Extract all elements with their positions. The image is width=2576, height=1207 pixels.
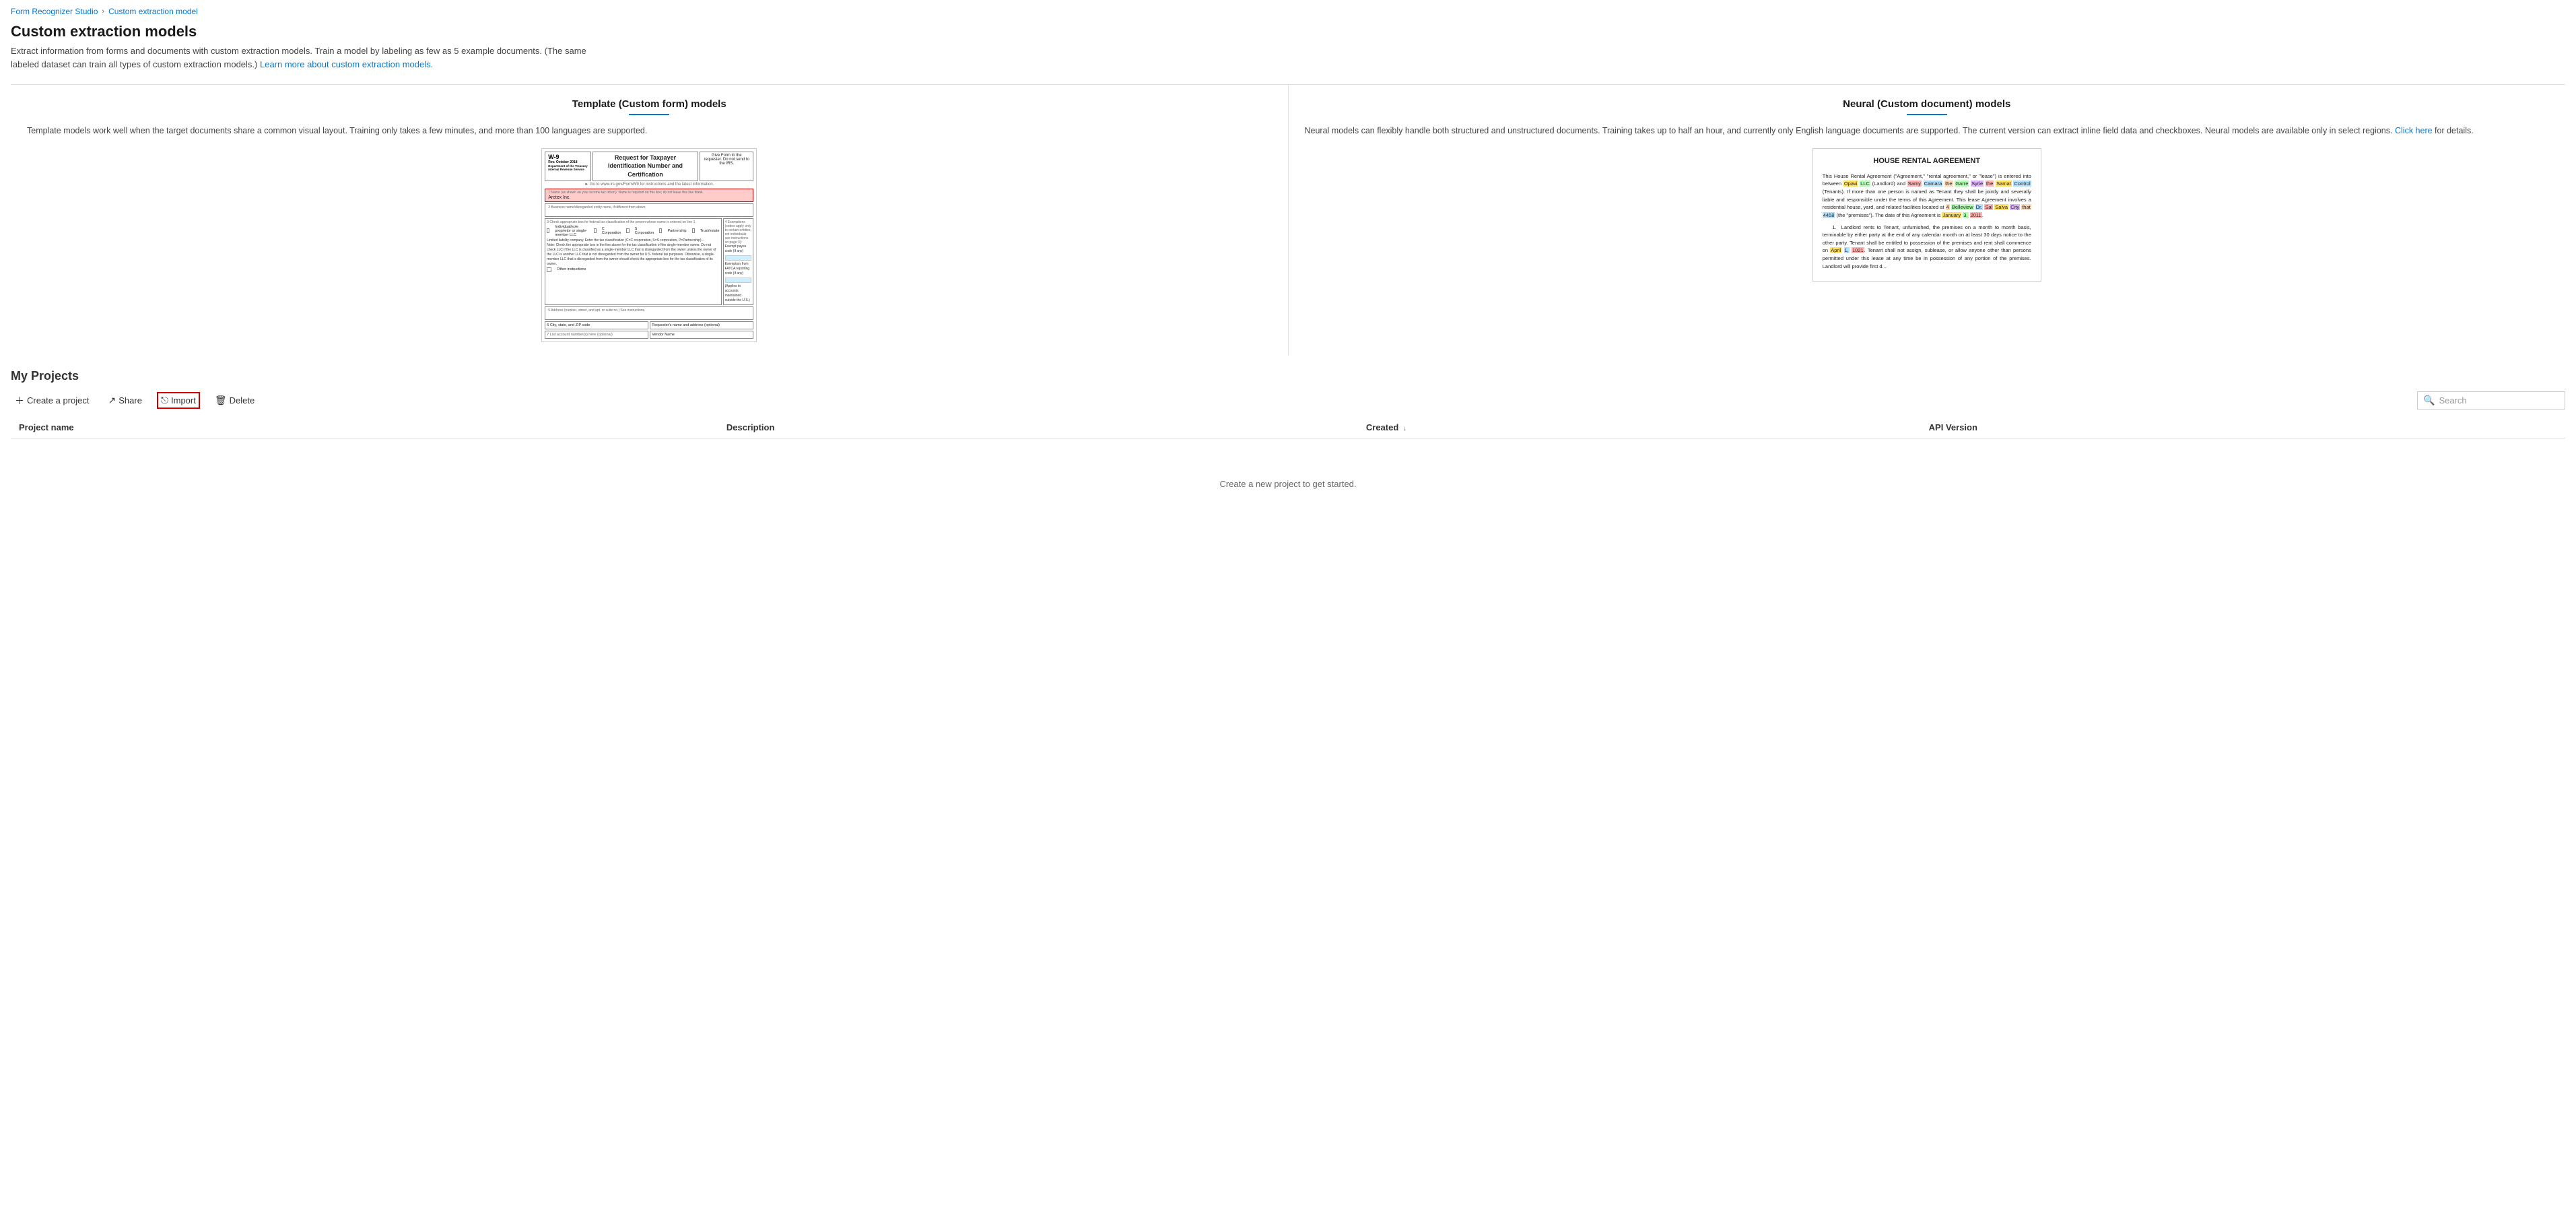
projects-section: My Projects ＋ Create a project ↗ Share ⎋…: [0, 356, 2576, 529]
col-project-name: Project name: [11, 417, 718, 438]
click-here-link[interactable]: Click here: [2395, 126, 2433, 135]
w9-biz-field: 2 Business name/disregarded entity name,…: [545, 203, 753, 217]
template-model-divider: [629, 114, 669, 115]
breadcrumb-home[interactable]: Form Recognizer Studio: [11, 7, 98, 16]
w9-form-title: Request for Taxpayer Identification Numb…: [592, 152, 698, 181]
page-header: Custom extraction models Extract informa…: [0, 20, 2576, 77]
template-model-title: Template (Custom form) models: [27, 98, 1272, 110]
col-description: Description: [718, 417, 1358, 438]
sort-icon: ↓: [1403, 425, 1406, 432]
template-model-column: Template (Custom form) models Template m…: [11, 85, 1289, 356]
delete-button[interactable]: 🗑 Delete: [211, 392, 259, 409]
search-input[interactable]: [2439, 395, 2559, 405]
col-api-version: API Version: [1921, 417, 2565, 438]
projects-table: Project name Description Created ↓ API V…: [11, 417, 2565, 438]
delete-icon: 🗑: [215, 395, 227, 406]
breadcrumb: Form Recognizer Studio › Custom extracti…: [0, 0, 2576, 20]
neural-model-image: HOUSE RENTAL AGREEMENT This House Rental…: [1305, 148, 2550, 282]
breadcrumb-current: Custom extraction model: [108, 7, 198, 16]
w9-form-mockup: W-9 Rev. October 2018 Department of the …: [541, 148, 757, 342]
empty-state: Create a new project to get started.: [11, 438, 2565, 529]
toolbar-left: ＋ Create a project ↗ Share ⎋ Import 🗑 De…: [11, 391, 259, 410]
share-button[interactable]: ↗ Share: [104, 392, 146, 409]
create-project-button[interactable]: ＋ Create a project: [11, 391, 94, 410]
neural-model-column: Neural (Custom document) models Neural m…: [1289, 85, 2566, 356]
neural-model-desc: Neural models can flexibly handle both s…: [1305, 125, 2550, 137]
share-icon: ↗: [108, 395, 116, 406]
w9-name-field: 1 Name (as shown on your income tax retu…: [545, 189, 753, 202]
rental-body: This House Rental Agreement ("Agreement,…: [1823, 172, 2031, 271]
w9-subtitle: ► Go to www.irs.gov/FormW9 for instructi…: [545, 183, 753, 187]
projects-title: My Projects: [11, 369, 2565, 383]
plus-icon: ＋: [15, 394, 24, 407]
rental-title: HOUSE RENTAL AGREEMENT: [1823, 156, 2031, 167]
neural-model-divider: [1907, 114, 1947, 115]
neural-model-title: Neural (Custom document) models: [1305, 98, 2550, 110]
import-icon: ⎋: [161, 395, 168, 406]
models-section: Template (Custom form) models Template m…: [11, 84, 2565, 356]
import-button[interactable]: ⎋ Import: [157, 392, 200, 409]
learn-more-link[interactable]: Learn more about custom extraction model…: [260, 59, 433, 69]
breadcrumb-separator: ›: [102, 7, 104, 15]
w9-address-field: 5 Address (number, street, and apt. or s…: [545, 306, 753, 320]
col-created[interactable]: Created ↓: [1358, 417, 1921, 438]
template-model-image: W-9 Rev. October 2018 Department of the …: [27, 148, 1272, 342]
projects-toolbar: ＋ Create a project ↗ Share ⎋ Import 🗑 De…: [11, 391, 2565, 410]
page-title: Custom extraction models: [11, 23, 2565, 40]
w9-form-label: W-9 Rev. October 2018 Department of the …: [545, 152, 591, 181]
w9-give-box: Give Form to the requester. Do not send …: [700, 152, 753, 181]
search-container[interactable]: 🔍: [2417, 391, 2565, 410]
rental-agreement-mockup: HOUSE RENTAL AGREEMENT This House Rental…: [1812, 148, 2041, 282]
search-icon: 🔍: [2423, 395, 2435, 406]
page-description: Extract information from forms and docum…: [11, 44, 617, 71]
template-model-desc: Template models work well when the targe…: [27, 125, 1272, 137]
